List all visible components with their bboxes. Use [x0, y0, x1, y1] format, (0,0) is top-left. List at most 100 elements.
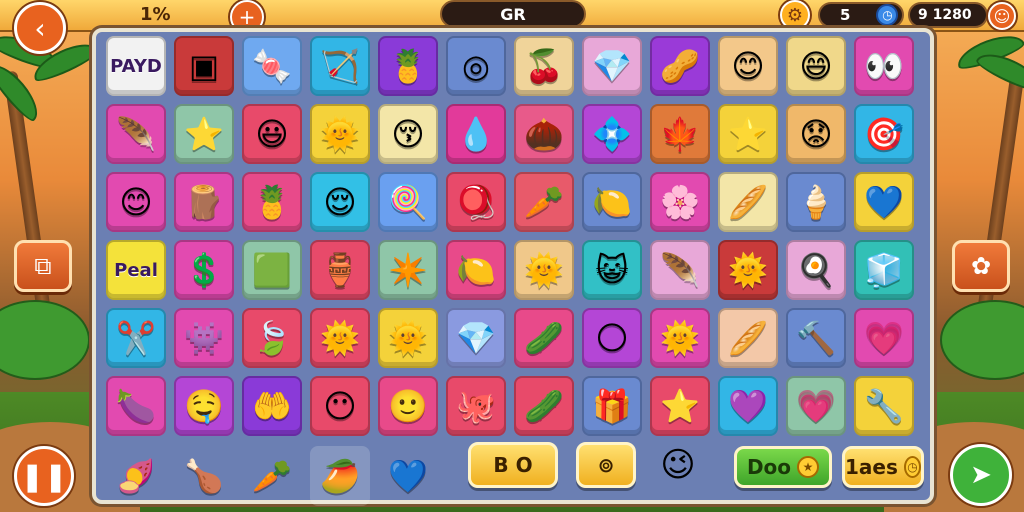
game-tile[interactable]: 🌰	[514, 104, 574, 164]
game-tile[interactable]: ◎	[446, 36, 506, 96]
tile-symbol: 🌞	[660, 319, 700, 357]
game-tile[interactable]: 🪶	[106, 104, 166, 164]
game-tile[interactable]: 🌞	[378, 308, 438, 368]
game-tile[interactable]: 🍬	[242, 36, 302, 96]
left-side-button[interactable]: ⧉	[14, 240, 72, 292]
play-button[interactable]: ➤	[950, 444, 1012, 506]
game-tile[interactable]: 🔧	[854, 376, 914, 436]
game-tile[interactable]: Peal	[106, 240, 166, 300]
game-tile[interactable]: 🏹	[310, 36, 370, 96]
game-tile[interactable]: 🍃	[242, 308, 302, 368]
game-tile[interactable]: 🍳	[786, 240, 846, 300]
game-tile[interactable]: 🎁	[582, 376, 642, 436]
profile-button[interactable]: ☺	[988, 2, 1016, 30]
inventory-item[interactable]: 🥕	[242, 446, 302, 506]
pause-button[interactable]: ❚❚	[14, 446, 74, 506]
game-tile[interactable]: 😊	[718, 36, 778, 96]
game-tile[interactable]: 💜	[718, 376, 778, 436]
game-tile[interactable]: 🏺	[310, 240, 370, 300]
tile-symbol: 🍒	[524, 47, 564, 85]
game-tile[interactable]: 💙	[854, 172, 914, 232]
game-tile[interactable]: 🍁	[650, 104, 710, 164]
game-tile[interactable]: ▣	[174, 36, 234, 96]
game-tile[interactable]: 🪵	[174, 172, 234, 232]
game-tile[interactable]: 🌕	[582, 308, 642, 368]
doo-button[interactable]: Doo ★	[734, 446, 832, 488]
game-tile[interactable]: 💗	[854, 308, 914, 368]
game-tile[interactable]: 🍍	[242, 172, 302, 232]
game-tile[interactable]: 🤲	[242, 376, 302, 436]
game-tile[interactable]: 🤤	[174, 376, 234, 436]
inventory-item[interactable]: 🥭	[310, 446, 370, 506]
game-tile[interactable]: ⭐	[650, 376, 710, 436]
game-tile[interactable]: PAYD	[106, 36, 166, 96]
game-tile[interactable]: 🐙	[446, 376, 506, 436]
bush	[0, 300, 90, 380]
game-tile[interactable]: 🍭	[378, 172, 438, 232]
inventory-item[interactable]: 🍠	[106, 446, 166, 506]
bush	[940, 300, 1024, 380]
game-tile[interactable]: 🌸	[650, 172, 710, 232]
game-tile[interactable]: 😺	[582, 240, 642, 300]
right-side-button[interactable]: ✿	[952, 240, 1010, 292]
game-tile[interactable]: 🥜	[650, 36, 710, 96]
game-tile[interactable]: 👾	[174, 308, 234, 368]
game-tile[interactable]: 🥖	[718, 172, 778, 232]
game-tile[interactable]: 😶	[310, 376, 370, 436]
game-tile[interactable]: 💗	[786, 376, 846, 436]
game-tile[interactable]: 😟	[786, 104, 846, 164]
tile-symbol: 💗	[796, 387, 836, 425]
settings-button[interactable]: ⚙	[780, 0, 810, 30]
tile-symbol: 😟	[799, 115, 833, 153]
game-tile[interactable]: 😌	[310, 172, 370, 232]
game-tile[interactable]: 😚	[378, 104, 438, 164]
game-tile[interactable]: 🍍	[378, 36, 438, 96]
game-tile[interactable]: 💧	[446, 104, 506, 164]
game-tile[interactable]: 👀	[854, 36, 914, 96]
game-tile[interactable]: 🥒	[514, 308, 574, 368]
game-tile[interactable]: 🌞	[514, 240, 574, 300]
game-tile[interactable]: 🔨	[786, 308, 846, 368]
game-tile[interactable]: 🥒	[514, 376, 574, 436]
game-tile[interactable]: 🌞	[310, 104, 370, 164]
bo-button[interactable]: B O	[468, 442, 558, 488]
game-tile[interactable]: 💎	[582, 36, 642, 96]
game-tile[interactable]: 🍦	[786, 172, 846, 232]
inventory-item[interactable]: 💙	[378, 446, 438, 506]
game-tile[interactable]: 😃	[242, 104, 302, 164]
game-tile[interactable]: 😄	[786, 36, 846, 96]
game-tile[interactable]: 🌞	[650, 308, 710, 368]
laes-button[interactable]: 1aes ◷	[842, 446, 924, 488]
game-tile[interactable]: 🪶	[650, 240, 710, 300]
back-button[interactable]: ‹	[14, 2, 66, 54]
game-tile[interactable]: 🌞	[718, 240, 778, 300]
inventory-item[interactable]: 🍗	[174, 446, 234, 506]
game-tile[interactable]: ⭐	[718, 104, 778, 164]
game-tile[interactable]: ✴️	[378, 240, 438, 300]
game-tile[interactable]: 🟩	[242, 240, 302, 300]
game-tile[interactable]: 💲	[174, 240, 234, 300]
tile-symbol: 💲	[184, 251, 224, 289]
game-tile[interactable]: 💎	[446, 308, 506, 368]
game-tile[interactable]: 🪀	[446, 172, 506, 232]
game-tile[interactable]: ✂️	[106, 308, 166, 368]
game-tile[interactable]: 🍋	[446, 240, 506, 300]
heart-face-button[interactable]: 😉	[652, 442, 704, 488]
game-tile[interactable]: 🌞	[310, 308, 370, 368]
level-display: GR	[440, 0, 586, 28]
game-tile[interactable]: 🍆	[106, 376, 166, 436]
game-tile[interactable]: 🍒	[514, 36, 574, 96]
game-tile[interactable]: 🙂	[378, 376, 438, 436]
game-tile[interactable]: 😊	[106, 172, 166, 232]
tile-symbol: 🥖	[728, 319, 768, 357]
game-tile[interactable]: 🧊	[854, 240, 914, 300]
game-tile[interactable]: ⭐	[174, 104, 234, 164]
ring-button[interactable]: ⊚	[576, 442, 636, 488]
game-tile[interactable]: 🥖	[718, 308, 778, 368]
game-tile[interactable]: 🎯	[854, 104, 914, 164]
tile-symbol: 🍃	[252, 319, 292, 357]
game-tile[interactable]: 🥕	[514, 172, 574, 232]
game-tile[interactable]: 💠	[582, 104, 642, 164]
game-tile[interactable]: 🍋	[582, 172, 642, 232]
tile-symbol: 💙	[864, 183, 904, 221]
